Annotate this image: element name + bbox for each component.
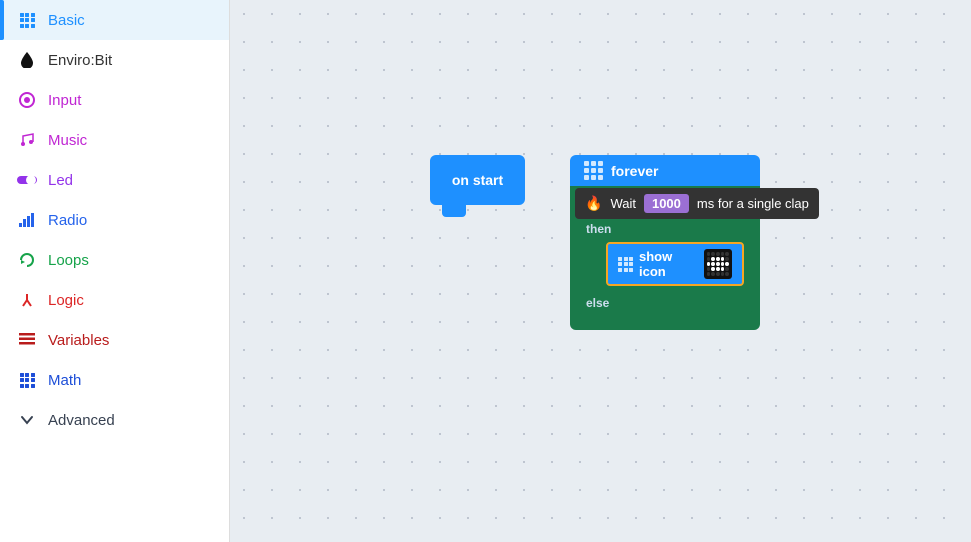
forever-label: forever [611,163,658,179]
forever-block[interactable]: forever ⚙ if then [570,155,760,330]
sidebar-item-variables[interactable]: Variables [0,320,229,360]
sidebar-item-envirobit[interactable]: Enviro:Bit [0,40,229,80]
drop-icon [16,49,38,71]
then-row: then [578,218,752,240]
sidebar-item-loops[interactable]: Loops [0,240,229,280]
sidebar-item-label-basic: Basic [48,12,85,29]
sidebar-item-logic[interactable]: Logic [0,280,229,320]
sidebar-item-label-advanced: Advanced [48,412,115,429]
on-start-label: on start [452,172,503,188]
on-start-block[interactable]: on start [430,155,525,205]
sidebar-item-label-loops: Loops [48,252,89,269]
fire-icon: 🔥 [585,195,602,212]
grid-icon [16,9,38,31]
logic-icon [16,289,38,311]
wait-suffix: ms for a single clap [697,196,809,211]
show-icon-label: show icon [639,249,698,279]
sidebar-item-music[interactable]: Music [0,120,229,160]
chevron-icon [16,409,38,431]
sidebar-item-label-led: Led [48,172,73,189]
led-preview [704,249,732,279]
sidebar-item-basic[interactable]: Basic [0,0,229,40]
sidebar-item-led[interactable]: Led [0,160,229,200]
forever-grid-icon [584,161,603,180]
sidebar-item-math[interactable]: Math [0,360,229,400]
else-label: else [586,296,609,310]
sidebar-item-label-radio: Radio [48,212,87,229]
math-icon [16,369,38,391]
sidebar-item-label-variables: Variables [48,332,109,349]
forever-header: forever [570,155,760,186]
music-icon [16,129,38,151]
show-icon-grid-icon [618,257,633,272]
sidebar-item-advanced[interactable]: Advanced [0,400,229,440]
sidebar-item-label-input: Input [48,92,81,109]
sidebar-item-label-logic: Logic [48,292,84,309]
bars-icon [16,209,38,231]
toggle-icon [16,169,38,191]
wait-tooltip: 🔥 Wait 1000 ms for a single clap [575,188,819,219]
wait-label: Wait [610,196,636,211]
variables-icon [16,329,38,351]
wait-ms-input[interactable]: 1000 [644,194,689,213]
canvas: on start 🔥 Wait 1000 ms for a single cla… [230,0,971,542]
then-label: then [586,222,611,236]
sidebar-item-input[interactable]: Input [0,80,229,120]
show-icon-block[interactable]: show icon [606,242,744,286]
sidebar-item-label-envirobit: Enviro:Bit [48,52,112,69]
sidebar: Basic Enviro:Bit Input Music Led Radio [0,0,230,542]
sidebar-item-label-math: Math [48,372,81,389]
sidebar-item-radio[interactable]: Radio [0,200,229,240]
circle-icon [16,89,38,111]
sidebar-item-label-music: Music [48,132,87,149]
loop-icon [16,249,38,271]
else-row: else [578,292,752,314]
